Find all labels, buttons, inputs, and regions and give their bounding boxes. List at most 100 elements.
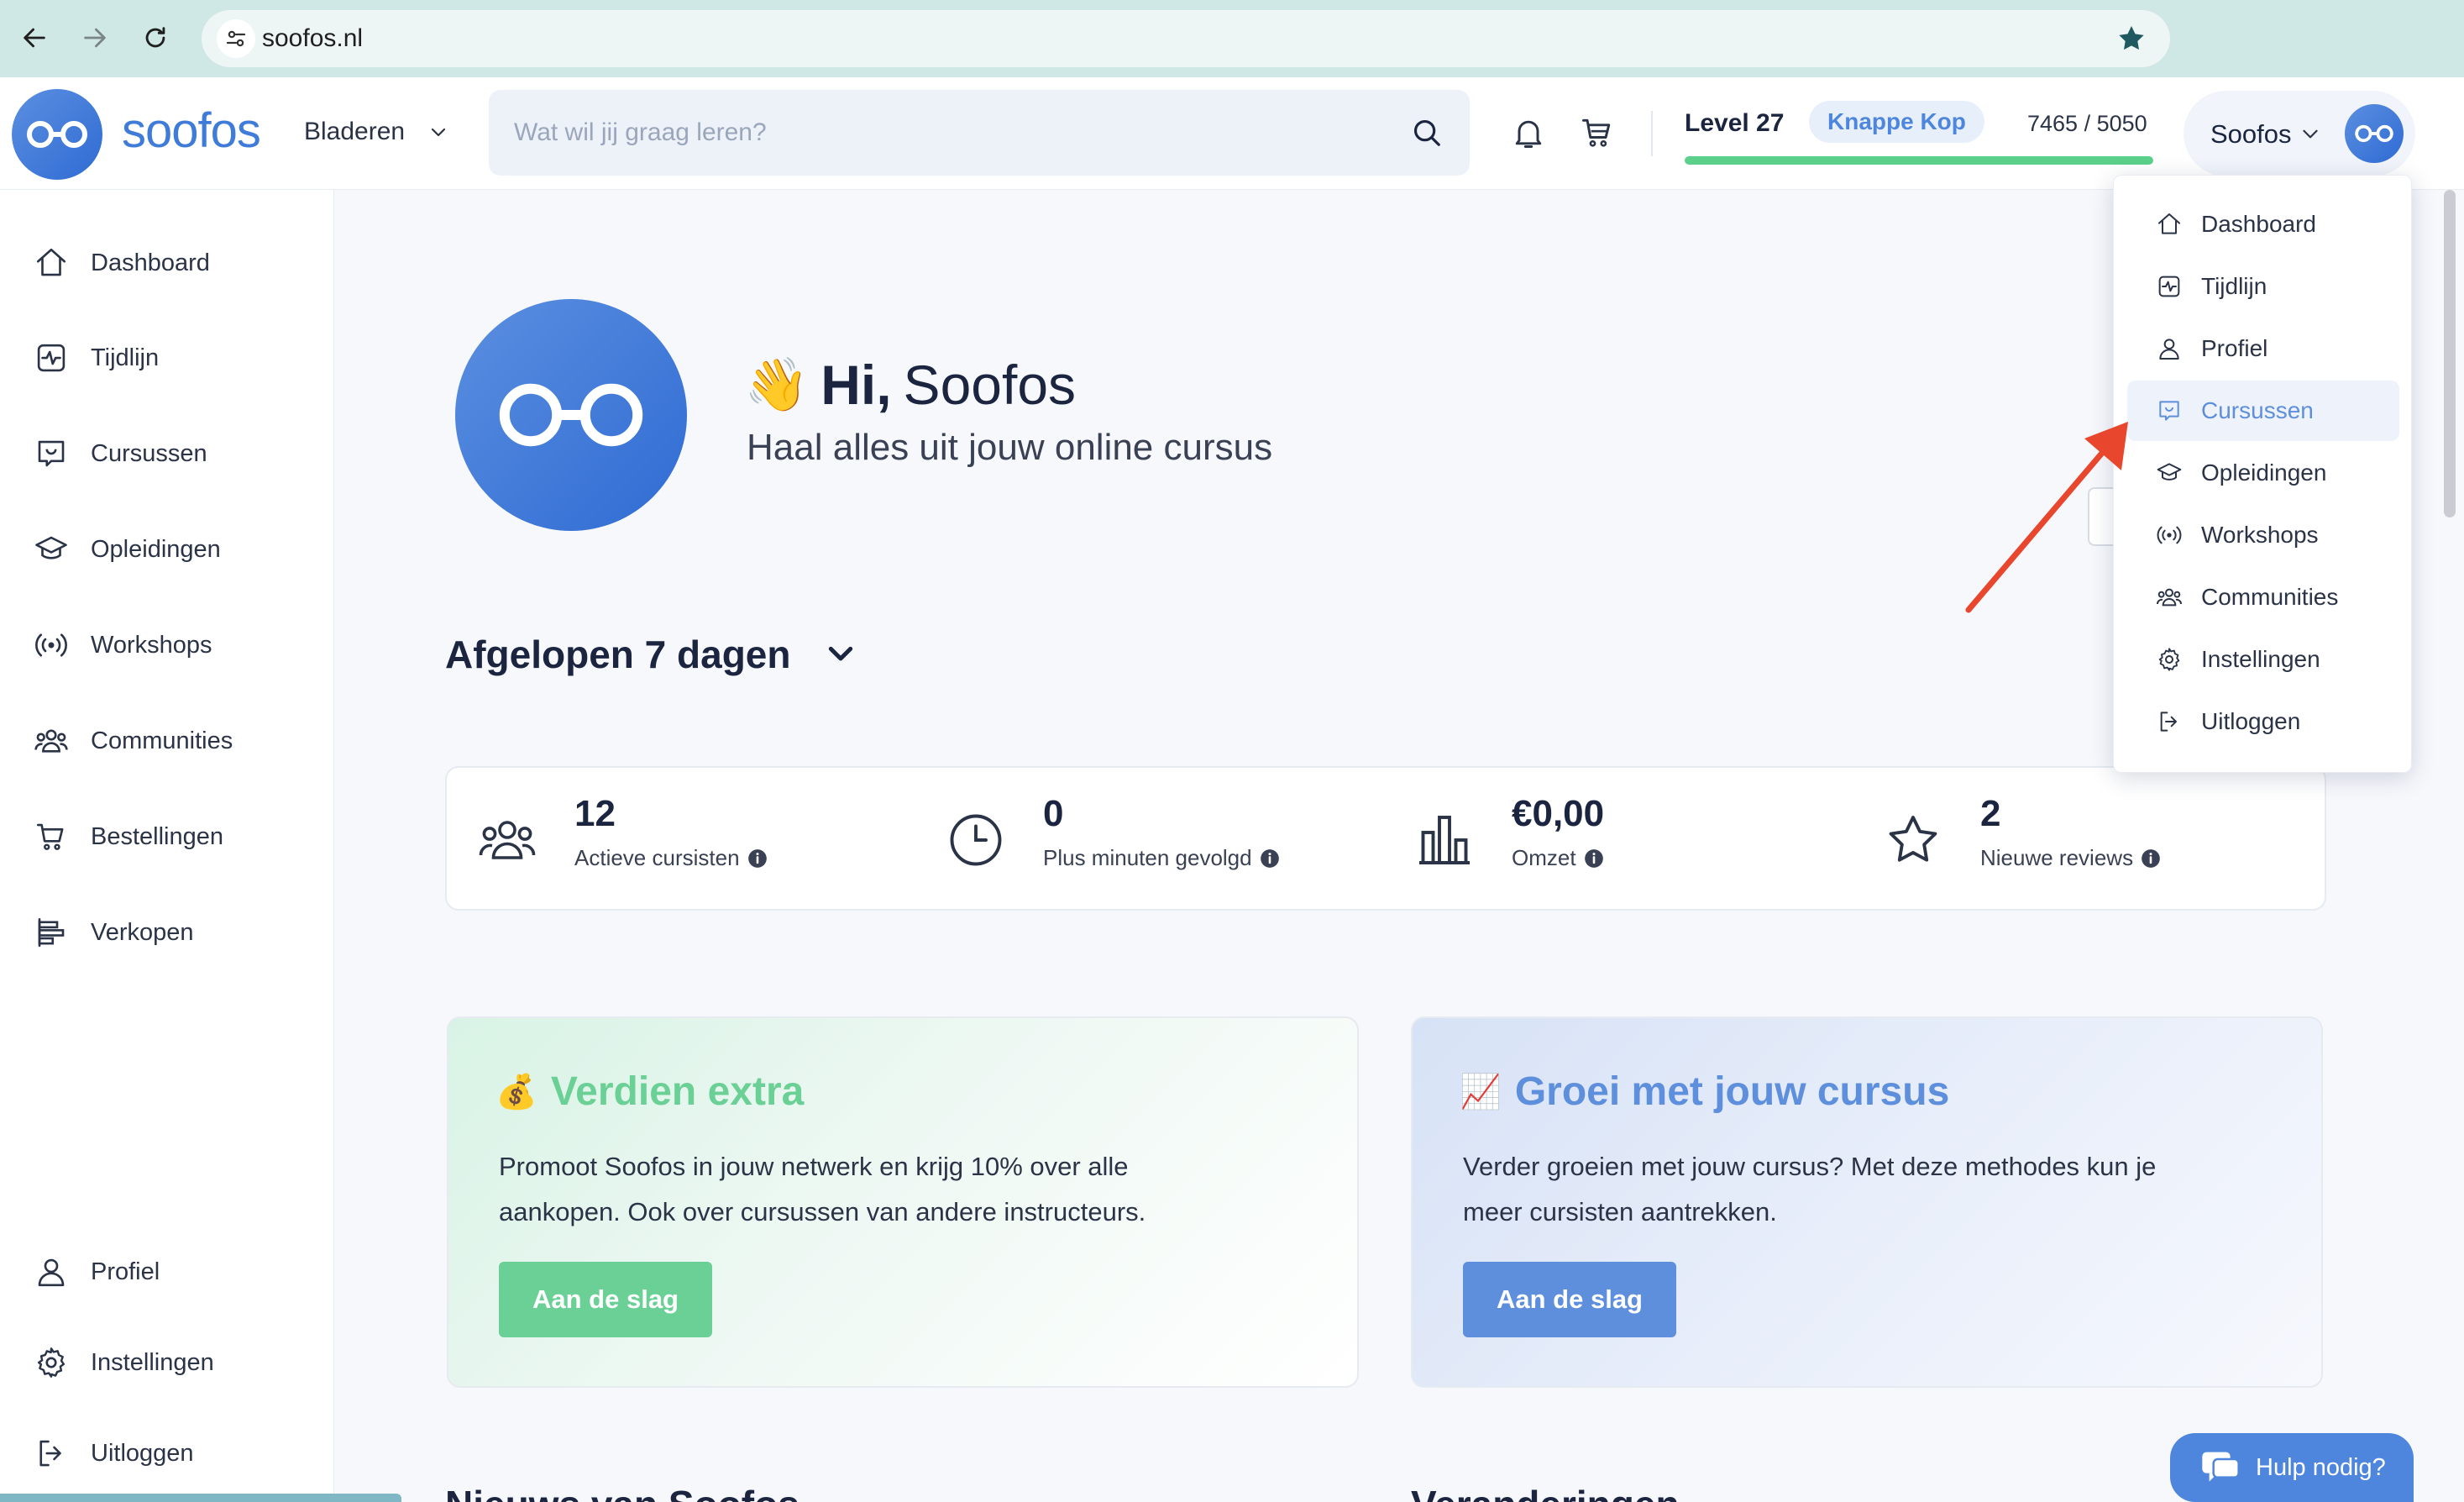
avatar [2345, 104, 2404, 163]
dropdown-item-workshops[interactable]: Workshops [2127, 505, 2399, 565]
search-input[interactable] [514, 90, 1396, 176]
dropdown-item-trainings[interactable]: Opleidingen [2127, 443, 2399, 503]
section-heading-changes: Veranderingen [1411, 1482, 1680, 1502]
bookmark-star-icon[interactable] [2115, 22, 2148, 55]
cart-icon[interactable] [1579, 114, 1616, 151]
user-icon [2159, 339, 2179, 360]
sidebar-item-communities[interactable]: Communities [34, 716, 311, 766]
stat-label-text: Actieve cursisten [574, 845, 740, 870]
stat-value: 12 [574, 793, 616, 834]
stat-label: Nieuwe reviews [1980, 845, 2162, 871]
xp-progress-fill [1685, 156, 2153, 165]
app-header: soofos Bladeren Level 27 Knappe Kop 7465… [0, 77, 2464, 190]
level-badge: Knappe Kop [1809, 101, 1984, 143]
browse-label: Bladeren [304, 118, 406, 145]
chat-bubble-icon [2202, 1452, 2240, 1482]
dropdown-item-profile[interactable]: Profiel [2127, 318, 2399, 379]
bar-chart-icon [1419, 816, 1470, 864]
dropdown-item-settings[interactable]: Instellingen [2127, 629, 2399, 690]
sidebar-item-logout[interactable]: Uitloggen [34, 1428, 311, 1478]
earn-start-button[interactable]: Aan de slag [499, 1262, 712, 1337]
site-settings-button[interactable] [217, 19, 255, 58]
logo-badge[interactable] [12, 89, 102, 180]
sidebar-item-dashboard[interactable]: Dashboard [34, 238, 311, 288]
users-icon [2156, 588, 2183, 607]
reload-icon [145, 27, 165, 48]
dropdown-item-label: Cursussen [2201, 397, 2314, 423]
dropdown-item-dashboard[interactable]: Dashboard [2127, 194, 2399, 255]
search-icon[interactable] [1411, 117, 1443, 149]
gear-icon [2158, 648, 2180, 671]
chart-up-icon: 📈 [1460, 1073, 1502, 1111]
period-selector[interactable]: Afgelopen 7 dagen [445, 632, 857, 677]
dropdown-item-timeline[interactable]: Tijdlijn [2127, 256, 2399, 317]
sidebar-item-orders[interactable]: Bestellingen [34, 811, 311, 862]
period-label: Afgelopen 7 dagen [445, 633, 791, 676]
sidebar-item-courses[interactable]: Cursussen [34, 428, 311, 479]
logo-wordmark[interactable]: soofos [122, 102, 261, 159]
sidebar-item-label: Tijdlijn [91, 344, 160, 371]
chevron-down-icon [2303, 129, 2318, 139]
arrow-right-icon [84, 28, 106, 48]
browser-chrome: soofos.nl [0, 0, 2464, 77]
user-name: Soofos [2210, 119, 2292, 149]
tune-icon [226, 30, 246, 47]
arrow-left-icon [24, 28, 45, 48]
dropdown-item-communities[interactable]: Communities [2127, 567, 2399, 628]
level-label: Level 27 [1685, 109, 1785, 137]
glasses-icon [27, 121, 87, 148]
info-icon[interactable] [747, 848, 768, 869]
card-title-text: Verdien extra [550, 1069, 805, 1114]
user-dropdown-menu: Dashboard Tijdlijn Profiel Cursussen Opl… [2113, 175, 2412, 773]
info-icon[interactable] [2140, 848, 2162, 869]
dropdown-item-label: Tijdlijn [2201, 273, 2267, 299]
page-subtitle: Haal alles uit jouw online cursus [747, 427, 1273, 468]
reload-button[interactable] [136, 18, 175, 57]
broadcast-icon [2157, 526, 2182, 544]
info-icon[interactable] [1583, 848, 1605, 869]
home-icon [2158, 213, 2180, 234]
stat-label-text: Nieuwe reviews [1980, 845, 2134, 870]
sidebar-item-label: Verkopen [91, 918, 194, 946]
back-button[interactable] [15, 18, 54, 57]
stat-value: 0 [1043, 793, 1064, 834]
stats-panel: 12 Actieve cursisten 0 Plus minuten gevo… [445, 766, 2326, 911]
browse-menu[interactable]: Bladeren [304, 118, 448, 146]
sidebar-item-settings[interactable]: Instellingen [34, 1337, 311, 1388]
stat-label-text: Plus minuten gevolgd [1043, 845, 1252, 870]
sidebar-item-profile[interactable]: Profiel [34, 1247, 311, 1297]
section-heading-news: Nieuws van Soofos [445, 1482, 799, 1502]
dropdown-item-courses[interactable]: Cursussen [2127, 381, 2399, 441]
sidebar-item-sales[interactable]: Verkopen [34, 907, 311, 958]
address-bar[interactable]: soofos.nl [202, 10, 2170, 67]
courses-icon [2159, 401, 2179, 421]
greeting-name: Soofos [903, 354, 1077, 416]
card-text: Verder groeien met jouw cursus? Met deze… [1463, 1152, 2157, 1226]
help-chat-button[interactable]: Hulp nodig? [2170, 1433, 2414, 1502]
logout-icon [39, 1440, 61, 1467]
user-menu-button[interactable]: Soofos [2184, 91, 2415, 176]
card-title: 💰 Verdien extra [495, 1069, 804, 1115]
graduation-cap-icon [2157, 463, 2182, 481]
glasses-icon [499, 383, 643, 447]
url-text[interactable]: soofos.nl [262, 24, 363, 53]
dropdown-item-label: Workshops [2201, 522, 2319, 548]
dropdown-item-logout[interactable]: Uitloggen [2127, 691, 2399, 752]
sidebar-item-label: Opleidingen [91, 535, 221, 563]
stat-value: €0,00 [1512, 793, 1605, 834]
info-icon[interactable] [1259, 848, 1281, 869]
sidebar-item-trainings[interactable]: Opleidingen [34, 524, 311, 575]
sidebar-item-timeline[interactable]: Tijdlijn [34, 333, 311, 383]
grow-start-button[interactable]: Aan de slag [1463, 1262, 1676, 1337]
forward-button[interactable] [76, 18, 114, 57]
bell-icon[interactable] [1510, 114, 1547, 151]
sidebar-item-workshops[interactable]: Workshops [34, 620, 311, 670]
glasses-icon [2355, 124, 2393, 143]
users-icon [479, 821, 536, 859]
courses-icon [38, 440, 65, 467]
help-label: Hulp nodig? [2256, 1453, 2386, 1481]
clock-icon [950, 814, 1002, 866]
dropdown-item-label: Opleidingen [2201, 460, 2327, 486]
sales-icon [38, 917, 65, 948]
page-scrollbar[interactable] [2444, 190, 2456, 517]
